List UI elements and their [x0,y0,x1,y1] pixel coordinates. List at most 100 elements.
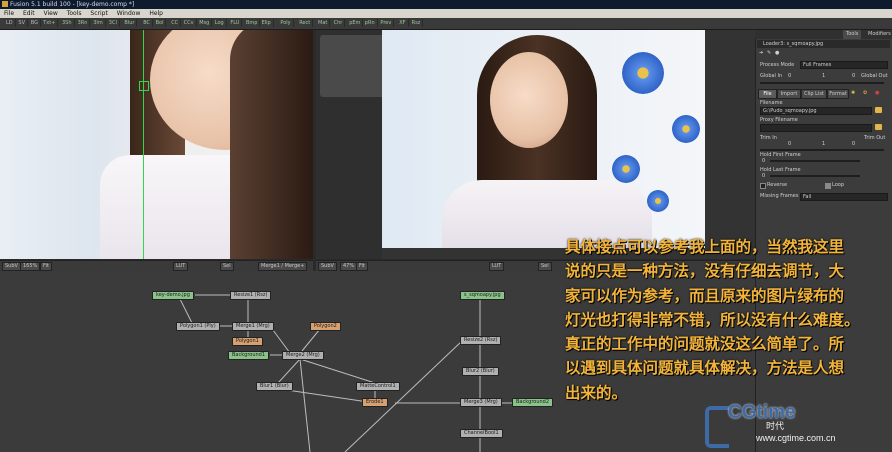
tool-button[interactable]: Rsz [410,19,424,27]
tool-button[interactable]: Log [213,19,227,27]
menu-file[interactable]: File [4,10,14,17]
tool-button[interactable]: FLU [228,19,243,27]
tool-button[interactable]: Prev [378,19,395,27]
missing-frames-select[interactable]: Fail [800,193,888,201]
guide-handle[interactable] [139,81,149,91]
menu-window[interactable]: Window [117,10,141,17]
brush-icon[interactable]: ✎ [767,50,771,56]
tool-button[interactable]: Poly [278,19,294,27]
flower-shape [672,115,700,143]
zoom-field[interactable]: 47% [340,262,358,271]
fit-button[interactable]: Fit [356,262,368,271]
tool-button[interactable]: LD [4,19,16,27]
flow-node[interactable]: Erode1 [362,398,388,407]
flow-node[interactable]: Polygon2 [310,322,341,331]
menu-script[interactable]: Script [90,10,107,17]
menu-edit[interactable]: Edit [23,10,35,17]
viewer-node-field[interactable]: Merge1 / Merge+ [258,262,308,271]
flow-node[interactable]: Blur1 (Blur) [256,382,293,391]
global-in-value[interactable]: 0 [788,73,791,79]
tool-button[interactable]: Bol [154,19,167,27]
sel-button[interactable]: Sel [538,262,552,271]
tool-button[interactable]: pEm [347,19,364,27]
flow-node[interactable]: ChannelBool1 [460,429,503,438]
folder-icon[interactable] [875,124,882,130]
trim-range-slider[interactable] [760,149,884,151]
menu-tools[interactable]: Tools [67,10,82,17]
zoom-field[interactable]: 165% [20,262,41,271]
tool-button[interactable]: CCv [182,19,197,27]
viewer-right[interactable] [382,30,705,248]
process-mode-select[interactable]: Full Frames [800,61,888,69]
lock-icon[interactable]: ● [775,50,779,56]
subtab-clip-list[interactable]: Clip List [801,89,827,99]
fit-button[interactable]: Fit [40,262,52,271]
hold-last-slider[interactable] [770,175,860,177]
global-range-slider[interactable] [760,82,884,84]
flow-node[interactable]: Merge1 (Mrg) [232,322,274,331]
hold-first-slider[interactable] [770,160,860,162]
subtab-format[interactable]: Format [827,89,849,99]
trim-out-value[interactable]: 0 [852,141,855,147]
flow-node[interactable]: s_sqmoapy.jpg [460,291,505,300]
tool-button[interactable]: Msg [197,19,213,27]
tool-button[interactable]: Txt+ [41,19,59,27]
tool-button[interactable]: BG [29,19,42,27]
folder-icon[interactable] [875,107,882,113]
tool-button[interactable]: Bmp [244,19,261,27]
tool-button[interactable]: 3Sh [60,19,75,27]
caption-line: 具体接点可以参考我上面的，当然我这里 [565,237,845,256]
flow-node[interactable]: Resize1 (Rsz) [230,291,272,300]
flow-node[interactable]: Background1 [228,351,270,360]
subview-button[interactable]: SubV [318,262,337,271]
tab-tools[interactable]: Tools [843,30,862,39]
menu-view[interactable]: View [44,10,58,17]
flow-node[interactable]: key-demo.jpg [152,291,194,300]
tool-button[interactable]: CC [169,19,182,27]
tab-modifiers[interactable]: Modifiers [865,30,892,39]
hold-last-value[interactable]: 0 [762,173,765,179]
tool-button[interactable]: Mat [316,19,331,27]
tool-button[interactable]: 3Rn [76,19,91,27]
subtab-file[interactable]: File [758,89,777,99]
global-out-value[interactable]: 0 [852,73,855,79]
menu-help[interactable]: Help [149,10,163,17]
flow-node[interactable]: Merge3 (Mrg) [460,398,502,407]
tool-button[interactable]: pRn [363,19,378,27]
hold-first-value[interactable]: 0 [762,158,765,164]
tool-button[interactable]: SV [16,19,28,27]
lut-button[interactable]: LUT [489,262,505,271]
tool-button[interactable]: Chr [332,19,346,27]
guide-line[interactable] [143,30,144,259]
tool-button[interactable]: 3Cl [107,19,120,27]
trim-in-value[interactable]: 0 [788,141,791,147]
subview-button[interactable]: SubV [2,262,21,271]
tool-button[interactable]: 3Im [91,19,106,27]
proxy-filename-input[interactable] [760,124,872,132]
filename-input[interactable]: G:\Pudo_sqmoapy.jpg [760,107,872,115]
caption-line: 说的只是一种方法，没有仔细去调节，大 [565,261,845,281]
sel-button[interactable]: Sel [220,262,234,271]
flow-node[interactable]: Background2 [512,398,554,407]
settings-icon[interactable]: ✺ [851,90,855,96]
flow-node[interactable]: Polygon1 (Ply) [176,322,220,331]
flow-node[interactable]: Merge2 (Mrg) [282,351,324,360]
tool-button[interactable]: Rect [297,19,314,27]
pin-icon[interactable]: ➜ [759,50,763,56]
node-header[interactable]: Loader3: s_sqmoapy.jpg [757,40,890,48]
flow-node[interactable]: Polygon1 [232,337,263,346]
tool-button[interactable]: Blur [122,19,138,27]
flow-node[interactable]: Resize2 (Rsz) [460,336,502,345]
flow-node[interactable]: MatteControl1 [356,382,400,391]
viewer-left[interactable] [0,30,313,259]
loop-checkbox[interactable] [825,183,831,189]
flow-node[interactable]: Blur2 (Blur) [462,367,499,376]
tool-button[interactable]: Elip [260,19,274,27]
reverse-checkbox[interactable] [760,183,766,189]
lut-button[interactable]: LUT [173,262,189,271]
subtab-import[interactable]: Import [777,89,801,99]
stop-icon[interactable]: ● [875,90,879,96]
tool-button[interactable]: XF [397,19,409,27]
tool-button[interactable]: BC [141,19,154,27]
radio-icon[interactable]: ✿ [863,90,867,96]
